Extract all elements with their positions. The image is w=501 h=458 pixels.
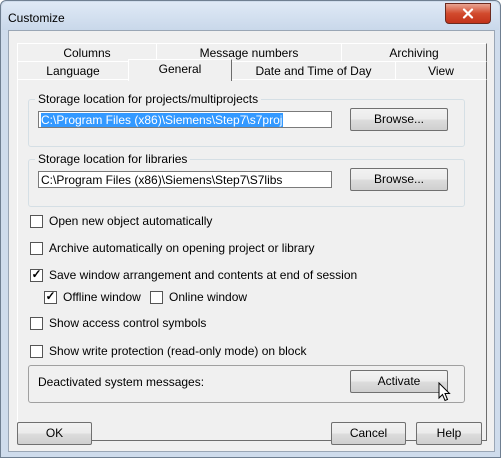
projects-path-value: C:\Program Files (x86)\Siemens\Step7\s7p… (41, 113, 284, 127)
mouse-cursor-icon (438, 382, 451, 402)
projects-browse-button[interactable]: Browse... (350, 108, 448, 131)
projects-storage-label: Storage location for projects/multiproje… (35, 92, 262, 106)
write-protection-option[interactable]: Show write protection (read-only mode) o… (30, 344, 306, 358)
tab-general[interactable]: General (128, 59, 232, 81)
tab-label: Columns (63, 46, 111, 60)
tab-date-time[interactable]: Date and Time of Day (231, 61, 396, 80)
online-window-option[interactable]: Online window (150, 290, 247, 304)
libraries-browse-button[interactable]: Browse... (350, 168, 448, 191)
tab-language[interactable]: Language (17, 61, 129, 80)
access-control-checkbox[interactable] (30, 316, 43, 330)
checkmark-icon: ✓ (31, 266, 42, 281)
ok-button[interactable]: OK (17, 422, 92, 445)
open-new-object-option[interactable]: Open new object automatically (30, 214, 212, 228)
save-window-checkbox[interactable]: ✓ (30, 266, 43, 282)
open-new-object-label: Open new object automatically (49, 214, 213, 228)
offline-window-label: Offline window (63, 290, 141, 304)
save-window-option[interactable]: ✓ Save window arrangement and contents a… (30, 266, 358, 282)
online-window-checkbox[interactable] (150, 290, 163, 304)
projects-path-field[interactable]: C:\Program Files (x86)\Siemens\Step7\s7p… (38, 111, 332, 128)
customize-dialog: Customize Columns Message numbers Archiv… (0, 0, 501, 458)
system-messages-label: Deactivated system messages: (38, 375, 205, 389)
libraries-path-value: C:\Program Files (x86)\Siemens\Step7\S7l… (41, 173, 283, 187)
tab-label: Date and Time of Day (255, 64, 372, 78)
activate-button[interactable]: Activate (350, 370, 448, 393)
offline-window-checkbox[interactable]: ✓ (44, 288, 57, 304)
tab-label: Language (46, 64, 100, 78)
write-protection-label: Show write protection (read-only mode) o… (49, 344, 307, 358)
cancel-button[interactable]: Cancel (331, 422, 406, 445)
save-window-label: Save window arrangement and contents at … (49, 268, 358, 282)
access-control-option[interactable]: Show access control symbols (30, 316, 206, 330)
help-button[interactable]: Help (416, 422, 482, 445)
offline-window-option[interactable]: ✓ Offline window (44, 288, 141, 304)
close-icon (462, 8, 474, 19)
checkmark-icon: ✓ (45, 288, 56, 303)
projects-storage-group: Storage location for projects/multiproje… (28, 92, 465, 147)
libraries-path-field[interactable]: C:\Program Files (x86)\Siemens\Step7\S7l… (38, 171, 332, 188)
tab-archiving[interactable]: Archiving (341, 43, 487, 62)
close-button[interactable] (445, 3, 491, 24)
online-window-label: Online window (169, 290, 248, 304)
tab-label: View (428, 64, 454, 78)
window-title: Customize (8, 11, 65, 25)
write-protection-checkbox[interactable] (30, 344, 43, 358)
archive-auto-label: Archive automatically on opening project… (49, 241, 315, 255)
archive-auto-option[interactable]: Archive automatically on opening project… (30, 241, 314, 255)
system-messages-group: Deactivated system messages: Activate (28, 365, 465, 403)
access-control-label: Show access control symbols (49, 316, 207, 330)
libraries-storage-group: Storage location for libraries C:\Progra… (28, 152, 465, 207)
open-new-object-checkbox[interactable] (30, 214, 43, 228)
libraries-storage-label: Storage location for libraries (35, 152, 191, 166)
tab-label: General (158, 62, 202, 76)
tab-view[interactable]: View (395, 61, 487, 80)
title-bar[interactable]: Customize (2, 2, 499, 30)
archive-auto-checkbox[interactable] (30, 241, 43, 255)
tab-label: Message numbers (199, 46, 299, 60)
tab-label: Archiving (389, 46, 439, 60)
dialog-body: Columns Message numbers Archiving Langua… (8, 30, 495, 452)
